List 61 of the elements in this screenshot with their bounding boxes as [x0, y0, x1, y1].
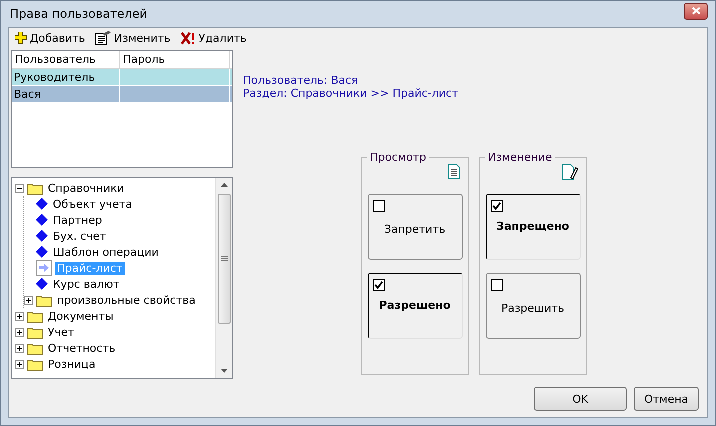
permission-toggle[interactable]: Запрещено [486, 194, 580, 260]
folder-icon [27, 358, 43, 370]
tree-item[interactable]: произвольные свойства [55, 294, 198, 306]
info-text: Пользователь: Вася [243, 74, 360, 87]
folder-icon [27, 326, 43, 338]
checkbox [490, 200, 502, 212]
toolbar-button[interactable]: Изменить [93, 30, 173, 46]
expand-icon[interactable] [15, 328, 24, 336]
scroll-thumb[interactable] [218, 194, 230, 324]
diamond-icon [36, 278, 48, 290]
dialog-button[interactable]: Отмена [634, 387, 699, 411]
expand-icon[interactable] [15, 344, 24, 352]
plus-icon [15, 32, 27, 44]
tree-item[interactable]: Партнер [51, 214, 104, 226]
dialog-button[interactable]: OK [534, 387, 627, 411]
tree-item[interactable]: Бух. счет [51, 230, 108, 242]
tree-item[interactable]: Объект учета [51, 198, 134, 210]
permission-toggle[interactable]: Запретить [368, 194, 462, 260]
expand-icon[interactable] [24, 296, 33, 304]
diamond-icon [36, 246, 48, 258]
delete-icon [180, 32, 196, 44]
permission-toggle[interactable]: Разрешено [368, 273, 462, 339]
document-edit-icon [95, 30, 112, 46]
folder-icon [27, 342, 43, 354]
diamond-icon [36, 230, 48, 242]
tree-item[interactable]: Учет [46, 326, 76, 338]
close-icon [692, 7, 700, 15]
toolbar-button[interactable]: Удалить [178, 32, 249, 44]
group-title: Просмотр [367, 151, 430, 164]
permission-toggle[interactable]: Разрешить [486, 273, 580, 339]
document-icon [448, 164, 460, 179]
document-edit-icon [562, 164, 578, 180]
info-text: Раздел: Справочники >> Прайс-лист [243, 87, 460, 100]
diamond-icon [36, 198, 48, 210]
table-cell: Вася [12, 86, 120, 102]
expand-icon[interactable] [15, 312, 24, 320]
diamond-icon [36, 214, 48, 226]
folder-icon [27, 310, 43, 322]
group-title: Изменение [485, 151, 556, 164]
collapse-icon[interactable] [15, 184, 24, 192]
folder-icon [27, 182, 43, 194]
tree-item[interactable]: Справочники [46, 182, 126, 194]
close-button[interactable] [684, 2, 708, 20]
expand-icon[interactable] [15, 360, 24, 368]
toolbar-button[interactable]: Добавить [13, 32, 88, 44]
window-title: Права пользователей [9, 7, 148, 21]
user-row[interactable]: Вася [12, 86, 232, 103]
user-row[interactable]: Руководитель [12, 69, 232, 86]
tree-item[interactable]: Шаблон операции [51, 246, 161, 258]
table-cell: Руководитель [12, 69, 120, 85]
checkbox [372, 279, 384, 291]
tree-item[interactable]: Документы [46, 310, 116, 322]
checkbox [490, 279, 502, 291]
tree-item[interactable]: Курс валют [51, 278, 122, 290]
folder-icon [36, 294, 52, 306]
tree-item[interactable]: Отчетность [46, 342, 118, 354]
column-header[interactable]: Пользователь [12, 51, 120, 68]
checkbox [372, 200, 384, 212]
tree-item[interactable]: Розница [46, 358, 98, 370]
scrollbar[interactable] [215, 178, 232, 378]
column-header[interactable]: Пароль [120, 51, 230, 68]
